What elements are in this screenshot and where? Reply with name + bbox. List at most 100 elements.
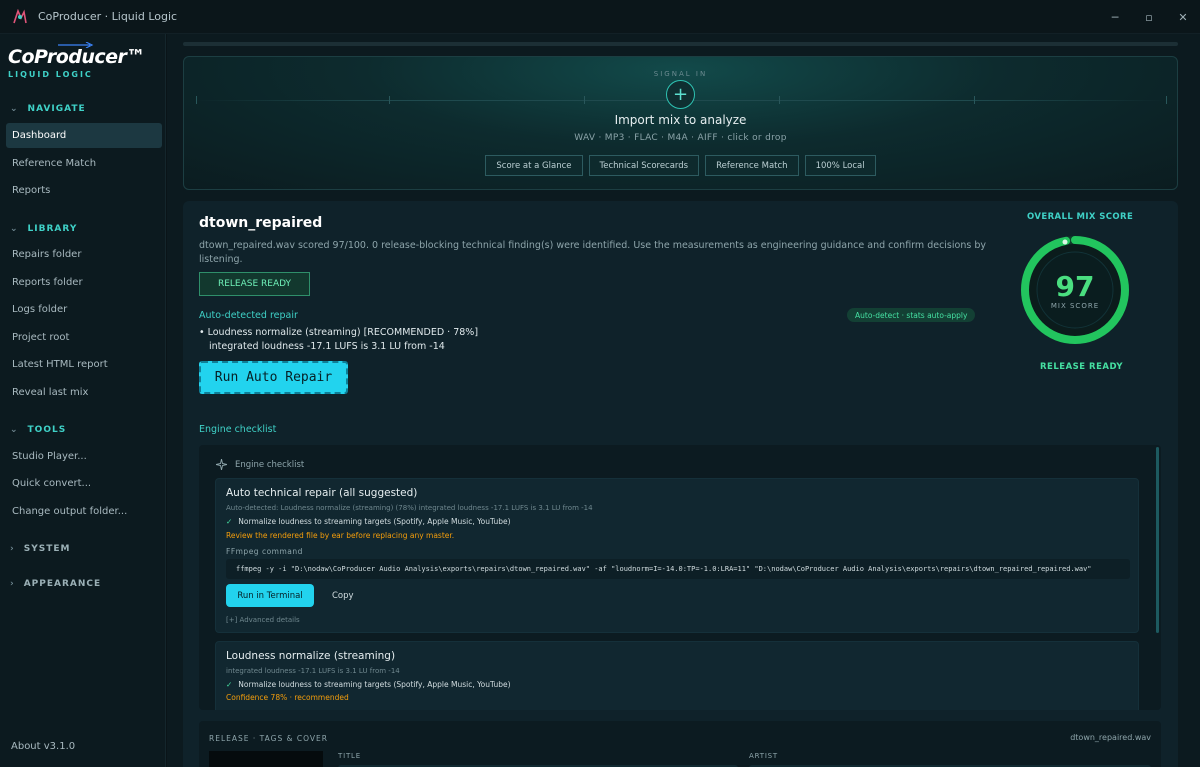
engine-checklist-title: Engine checklist — [235, 459, 305, 470]
ffmpeg-label: FFmpeg command — [226, 547, 303, 556]
import-plus-icon[interactable]: + — [666, 80, 695, 109]
nav-item-change-output-folder[interactable]: Change output folder... — [6, 499, 162, 524]
release-tags-title: RELEASE · TAGS & COVER — [209, 734, 328, 743]
card-detail: integrated loudness -17.1 LUFS is 3.1 LU… — [226, 667, 400, 675]
checklist-item-label: Normalize loudness to streaming targets … — [238, 517, 511, 526]
repair-card-loudness: Loudness normalize (streaming) integrate… — [215, 641, 1139, 710]
gauge-marker — [1062, 239, 1068, 245]
nav-item-project-root[interactable]: Project root — [6, 325, 162, 350]
checklist-item: ✓ Normalize loudness to streaming target… — [226, 517, 511, 526]
app-logo-icon — [12, 8, 28, 25]
repair-suggestion: • Loudness normalize (streaming) [RECOMM… — [199, 327, 479, 338]
signal-tick — [584, 96, 585, 104]
about-version[interactable]: About v3.1.0 — [11, 741, 75, 752]
import-dropzone[interactable]: SIGNAL IN + Import mix to analyze WAV · … — [183, 56, 1178, 190]
review-warning: Review the rendered file by ear before r… — [226, 531, 455, 540]
section-tools[interactable]: ⌄ TOOLS — [10, 425, 66, 435]
nav-item-logs-folder[interactable]: Logs folder — [6, 297, 162, 322]
analysis-panel: dtown_repaired dtown_repaired.wav scored… — [183, 201, 1178, 767]
scrollbar[interactable] — [1156, 447, 1159, 633]
section-system[interactable]: › SYSTEM — [10, 544, 70, 554]
chevron-right-icon: › — [10, 579, 15, 589]
nav-item-reports[interactable]: Reports — [6, 178, 162, 203]
feature-chips: Score at a Glance Technical Scorecards R… — [184, 155, 1177, 176]
sidebar: CoProducer™ LIQUID LOGIC ⌄ NAVIGATE Dash… — [0, 34, 166, 767]
check-icon: ✓ — [226, 517, 233, 526]
logo-arrow-icon — [58, 42, 94, 48]
nav-item-repairs-folder[interactable]: Repairs folder — [6, 242, 162, 267]
logo-subtitle: LIQUID LOGIC — [8, 70, 93, 79]
main-content: SIGNAL IN + Import mix to analyze WAV · … — [167, 34, 1200, 767]
close-icon[interactable]: ✕ — [1166, 0, 1200, 34]
chip-technical-scorecards: Technical Scorecards — [588, 155, 700, 176]
nav-item-reference-match[interactable]: Reference Match — [6, 151, 162, 176]
section-tools-label: TOOLS — [27, 425, 67, 435]
mix-name: dtown_repaired — [199, 215, 323, 231]
card-title: Loudness normalize (streaming) — [226, 650, 396, 662]
chip-reference-match: Reference Match — [705, 155, 799, 176]
top-divider — [183, 42, 1178, 46]
card-detail: Auto-detected: Loudness normalize (strea… — [226, 504, 593, 512]
confidence-text: Confidence 78% · recommended — [226, 693, 349, 702]
sparkle-icon — [216, 459, 227, 470]
copy-button[interactable]: Copy — [332, 591, 354, 601]
check-icon: ✓ — [226, 680, 233, 689]
chevron-down-icon: ⌄ — [10, 224, 19, 234]
advanced-details-toggle[interactable]: [+] Advanced details — [226, 616, 300, 624]
chip-score-at-a-glance: Score at a Glance — [485, 155, 583, 176]
nav-item-dashboard[interactable]: Dashboard — [6, 123, 162, 148]
signal-tick — [196, 96, 197, 104]
signal-tick — [389, 96, 390, 104]
mix-description: dtown_repaired.wav scored 97/100. 0 rele… — [199, 240, 986, 265]
logo-text: CoProducer™ — [8, 46, 145, 68]
section-appearance[interactable]: › APPEARANCE — [10, 579, 101, 589]
chip-100-local: 100% Local — [804, 155, 876, 176]
run-in-terminal-button[interactable]: Run in Terminal — [226, 584, 314, 607]
score-status: RELEASE READY — [1040, 362, 1124, 372]
signal-tick — [974, 96, 975, 104]
chevron-right-icon: › — [10, 544, 15, 554]
release-file-name: dtown_repaired.wav — [1070, 733, 1151, 742]
ffmpeg-command[interactable]: ffmpeg -y -i "D:\nodaw\CoProducer Audio … — [226, 559, 1130, 579]
chevron-down-icon: ⌄ — [10, 425, 19, 435]
score-title: OVERALL MIX SCORE — [1027, 212, 1134, 222]
section-navigate[interactable]: ⌄ NAVIGATE — [10, 104, 86, 114]
signal-in-label: SIGNAL IN — [653, 70, 708, 78]
cover-art[interactable] — [209, 751, 323, 767]
signal-tick — [1166, 96, 1167, 104]
auto-repair-label: Auto-detected repair — [199, 310, 298, 321]
release-tags-panel: RELEASE · TAGS & COVER dtown_repaired.wa… — [199, 721, 1161, 767]
section-navigate-label: NAVIGATE — [27, 104, 86, 114]
checklist-item: ✓ Normalize loudness to streaming target… — [226, 680, 511, 689]
run-auto-repair-button[interactable]: Run Auto Repair — [199, 361, 348, 394]
score-value: 97 — [1056, 270, 1095, 303]
nav-item-reveal-last-mix[interactable]: Reveal last mix — [6, 380, 162, 405]
chevron-down-icon: ⌄ — [10, 104, 19, 114]
auto-detect-badge: Auto-detect · stats auto-apply — [847, 308, 976, 322]
release-ready-button[interactable]: RELEASE READY — [199, 272, 310, 296]
checklist-item-label: Normalize loudness to streaming targets … — [238, 680, 511, 689]
section-appearance-label: APPEARANCE — [23, 579, 102, 589]
nav-item-studio-player[interactable]: Studio Player... — [6, 444, 162, 469]
section-library[interactable]: ⌄ LIBRARY — [10, 224, 77, 234]
engine-checklist-header: Engine checklist — [216, 459, 304, 470]
title-bar: CoProducer · Liquid Logic ─ ▫ ✕ — [0, 0, 1200, 34]
import-title: Import mix to analyze — [614, 113, 747, 127]
card-title: Auto technical repair (all suggested) — [226, 487, 418, 499]
repair-card-auto: Auto technical repair (all suggested) Au… — [215, 478, 1139, 633]
engine-checklist-box: Engine checklist Auto technical repair (… — [199, 445, 1161, 710]
nav-item-quick-convert[interactable]: Quick convert... — [6, 471, 162, 496]
nav-item-reports-folder[interactable]: Reports folder — [6, 270, 162, 295]
import-formats: WAV · MP3 · FLAC · M4A · AIFF · click or… — [574, 133, 787, 143]
maximize-icon[interactable]: ▫ — [1132, 0, 1166, 34]
score-label: MIX SCORE — [1051, 302, 1099, 310]
section-library-label: LIBRARY — [27, 224, 78, 234]
signal-tick — [779, 96, 780, 104]
engine-checklist-label: Engine checklist — [199, 424, 277, 435]
window-title: CoProducer · Liquid Logic — [38, 10, 178, 23]
nav-item-latest-html-report[interactable]: Latest HTML report — [6, 352, 162, 377]
minimize-icon[interactable]: ─ — [1098, 0, 1132, 34]
repair-detail: integrated loudness -17.1 LUFS is 3.1 LU… — [209, 341, 445, 352]
brand-logo: CoProducer™ LIQUID LOGIC — [8, 42, 145, 79]
artist-field-label: ARTIST — [749, 752, 779, 760]
